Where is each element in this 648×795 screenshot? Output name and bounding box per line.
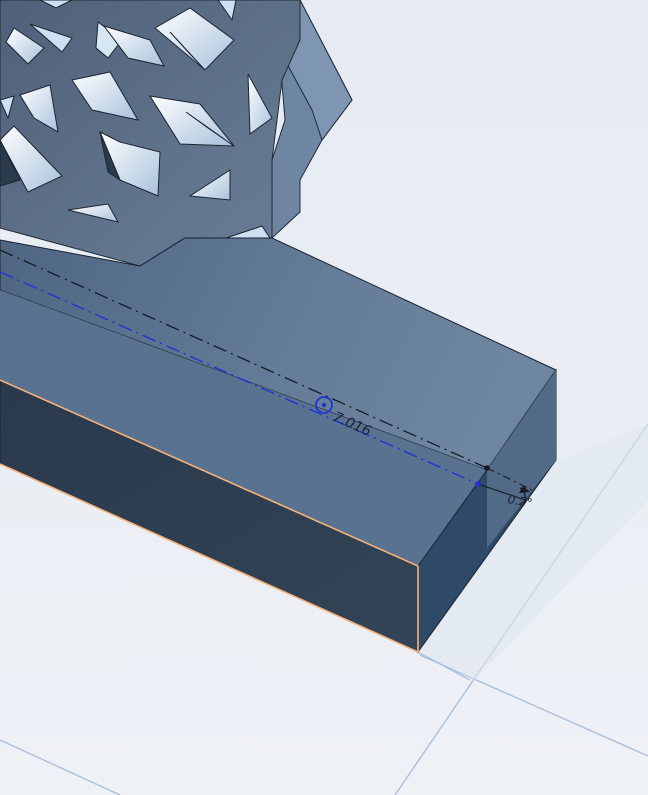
3d-viewport[interactable]: 7.016 0.2° bbox=[0, 0, 648, 795]
viewport-canvas[interactable]: 7.016 0.2° bbox=[0, 0, 648, 795]
lattice-wall[interactable] bbox=[0, 0, 353, 267]
reference-endpoint[interactable] bbox=[484, 465, 490, 471]
grid-line bbox=[419, 654, 648, 757]
grid-line bbox=[0, 739, 121, 795]
sketch-endpoint[interactable] bbox=[475, 481, 481, 487]
